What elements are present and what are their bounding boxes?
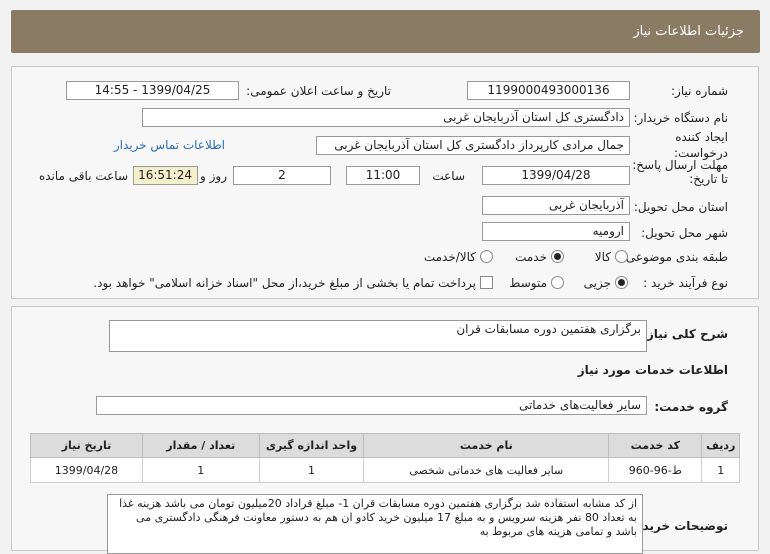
remaining-time-field: 16:51:24 <box>133 166 198 185</box>
process-minor-radio[interactable] <box>615 276 628 289</box>
page-header: جزئیات اطلاعات نیاز <box>11 10 760 53</box>
category-service-radio[interactable] <box>551 250 564 263</box>
deadline-date-field[interactable]: 1399/04/28 <box>482 166 630 185</box>
category-goods-label: کالا <box>594 250 611 264</box>
process-type-label: نوع فرآیند خرید : <box>643 276 728 290</box>
buyer-contact-link[interactable]: اطلاعات تماس خریدار <box>114 138 225 152</box>
process-medium-label: متوسط <box>509 276 547 290</box>
process-minor-label: جزیی <box>583 276 611 290</box>
col-unit: واحد اندازه گیری <box>258 433 365 458</box>
buyer-name-field[interactable]: دادگستری کل استان آذربایجان غربی <box>142 108 630 127</box>
services-table-header: ردیف کد خدمت نام خدمت واحد اندازه گیری ت… <box>30 433 740 458</box>
creator-field[interactable]: جمال مرادی کارپرداز دادگستری کل استان آذ… <box>316 136 630 155</box>
cell-service-name: سایر فعالیت های خدماتی شخصی <box>363 457 610 483</box>
city-label: شهر محل تحویل: <box>641 226 728 240</box>
services-table: ردیف کد خدمت نام خدمت واحد اندازه گیری ت… <box>30 433 740 483</box>
col-quantity: تعداد / مقدار <box>141 433 260 458</box>
deadline-label-line2: تا تاریخ: <box>689 172 728 186</box>
deadline-time-label: ساعت <box>432 169 465 183</box>
announce-date-label: تاریخ و ساعت اعلان عمومی: <box>246 84 391 98</box>
col-service-name: نام خدمت <box>363 433 610 458</box>
process-medium-radio[interactable] <box>551 276 564 289</box>
province-label: استان محل تحویل: <box>633 200 728 214</box>
cell-row: 1 <box>701 457 740 483</box>
need-number-field[interactable]: 1199000493000136 <box>467 81 630 100</box>
announce-date-field[interactable]: 1399/04/25 - 14:55 <box>66 81 239 100</box>
category-goods-service-label: کالا/خدمت <box>423 250 476 264</box>
buyer-name-label: نام دستگاه خریدار: <box>633 111 729 125</box>
days-label: روز و <box>200 169 227 183</box>
summary-field[interactable]: برگزاری هفتمین دوره مسابقات قران <box>109 320 647 352</box>
category-goods-radio[interactable] <box>615 250 628 263</box>
deadline-label-line1: مهلت ارسال پاسخ: <box>632 158 728 172</box>
service-group-label: گروه خدمت: <box>654 400 728 414</box>
deadline-time-field[interactable]: 11:00 <box>346 166 420 185</box>
need-number-label: شماره نیاز: <box>671 84 728 98</box>
table-row[interactable]: 1 ط-96-960 سایر فعالیت های خدماتی شخصی 1… <box>30 457 740 483</box>
creator-label-line1: ایجاد کننده <box>675 130 728 144</box>
category-service-label: خدمت <box>515 250 547 264</box>
cell-unit: 1 <box>258 457 365 483</box>
city-field[interactable]: ارومیه <box>482 222 630 241</box>
cell-service-code: ط-96-960 <box>608 457 703 483</box>
province-field[interactable]: آذربایجان غربی <box>482 196 630 215</box>
treasury-payment-note: پرداخت تمام یا بخشی از مبلغ خرید،از محل … <box>93 276 476 290</box>
services-section-title: اطلاعات خدمات مورد نیاز <box>577 363 728 377</box>
category-label: طبقه بندی موضوعی: <box>621 250 728 264</box>
service-group-field[interactable]: سایر فعالیت‌های خدماتی <box>96 396 647 415</box>
category-goods-service-radio[interactable] <box>480 250 493 263</box>
col-need-date: تاریخ نیاز <box>30 433 143 458</box>
remaining-time-label: ساعت باقی مانده <box>38 169 128 183</box>
remaining-days-field: 2 <box>233 166 331 185</box>
buyer-notes-field[interactable]: از کد مشابه استفاده شد برگزاری هفتمین دو… <box>107 494 643 554</box>
summary-label: شرح کلی نیاز: <box>642 327 728 341</box>
need-summary-panel: شرح کلی نیاز: برگزاری هفتمین دوره مسابقا… <box>11 306 759 554</box>
treasury-payment-checkbox[interactable] <box>480 276 493 289</box>
col-row: ردیف <box>701 433 740 458</box>
cell-need-date: 1399/04/28 <box>30 457 143 483</box>
need-details-panel: شماره نیاز: 1199000493000136 تاریخ و ساع… <box>11 66 759 299</box>
cell-quantity: 1 <box>141 457 260 483</box>
col-service-code: کد خدمت <box>608 433 703 458</box>
page-title: جزئیات اطلاعات نیاز <box>633 24 744 39</box>
